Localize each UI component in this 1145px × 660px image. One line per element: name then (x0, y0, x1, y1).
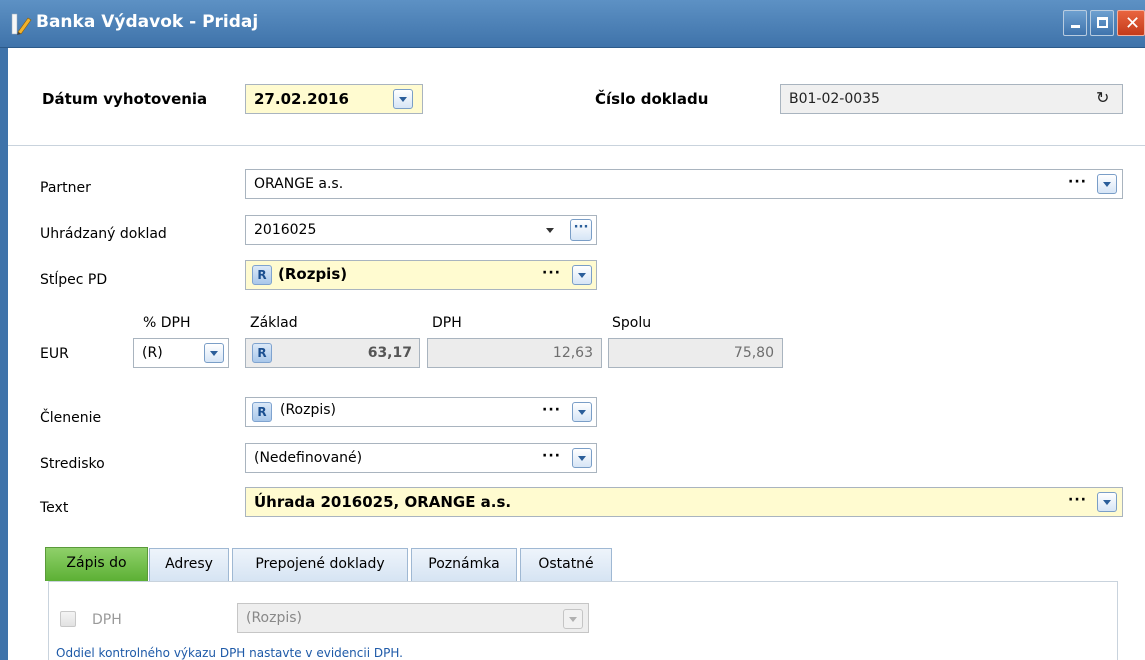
date-label: Dátum vyhotovenia (42, 90, 208, 108)
doc-number-field[interactable]: B01-02-0035 (780, 84, 1123, 114)
base-label: Základ (250, 315, 298, 331)
dph-select-dropdown-button[interactable] (563, 609, 583, 629)
vat-pct-label: % DPH (143, 315, 191, 331)
pencil-icon (10, 12, 32, 36)
column-label: Stĺpec PD (40, 272, 108, 288)
vat-label: DPH (432, 315, 462, 331)
tab-zapis-do[interactable]: Zápis do (45, 547, 148, 581)
partner-label: Partner (40, 180, 91, 196)
total-label: Spolu (612, 315, 652, 331)
column-more-button[interactable]: ··· (542, 265, 561, 281)
center-more-button[interactable]: ··· (542, 448, 561, 464)
text-dropdown-button[interactable] (1097, 492, 1117, 512)
vat-field[interactable]: 12,63 (427, 338, 602, 368)
total-value: 75,80 (733, 345, 774, 361)
dph-info-note: Oddiel kontrolného výkazu DPH nastavte v… (56, 646, 403, 660)
breakdown-more-button[interactable]: ··· (542, 402, 561, 418)
vat-value: 12,63 (552, 345, 593, 361)
dph-checkbox-label: DPH (92, 612, 122, 628)
dph-select-value: (Rozpis) (246, 610, 303, 626)
text-more-button[interactable]: ··· (1068, 492, 1087, 508)
center-label: Stredisko (40, 456, 105, 472)
currency-label: EUR (40, 346, 69, 362)
minimize-icon (1071, 25, 1080, 28)
text-label: Text (40, 500, 69, 516)
doc-number-label: Číslo dokladu (595, 90, 709, 108)
column-r-badge: R (252, 265, 272, 285)
tab-adresy[interactable]: Adresy (149, 548, 229, 581)
doc-number-value: B01-02-0035 (789, 91, 880, 107)
center-dropdown-button[interactable] (572, 448, 592, 468)
vat-pct-dropdown-button[interactable] (204, 343, 224, 363)
breakdown-r-badge: R (252, 402, 272, 422)
text-value: Úhrada 2016025, ORANGE a.s. (254, 493, 512, 511)
date-dropdown-button[interactable] (393, 89, 413, 109)
paid-doc-field[interactable]: 2016025 (245, 215, 597, 245)
base-r-badge: R (252, 343, 272, 363)
partner-more-button[interactable]: ··· (1068, 174, 1087, 190)
paid-doc-dropdown-arrow[interactable] (546, 228, 554, 233)
breakdown-value: (Rozpis) (280, 402, 337, 418)
paid-doc-label: Uhrádzaný doklad (40, 226, 167, 242)
breakdown-dropdown-button[interactable] (572, 402, 592, 422)
partner-field[interactable]: ORANGE a.s. (245, 169, 1123, 199)
base-value: 63,17 (367, 345, 412, 361)
dph-select[interactable]: (Rozpis) (237, 603, 589, 633)
total-field[interactable]: 75,80 (608, 338, 783, 368)
breakdown-label: Členenie (40, 410, 102, 426)
window-frame (0, 48, 8, 660)
partner-value: ORANGE a.s. (254, 176, 344, 192)
dph-checkbox[interactable] (60, 611, 76, 627)
paid-doc-browse-button[interactable]: ··· (570, 219, 592, 241)
close-button[interactable]: ✕ (1117, 10, 1145, 36)
tab-prepojene-doklady[interactable]: Prepojené doklady (232, 548, 408, 581)
maximize-icon (1097, 17, 1108, 28)
column-value: (Rozpis) (278, 265, 348, 283)
tab-ostatne[interactable]: Ostatné (520, 548, 612, 581)
partner-dropdown-button[interactable] (1097, 174, 1117, 194)
center-value: (Nedefinované) (254, 450, 363, 466)
vat-pct-value: (R) (142, 345, 163, 361)
paid-doc-value: 2016025 (254, 222, 317, 238)
maximize-button[interactable] (1090, 10, 1114, 36)
date-value: 27.02.2016 (254, 90, 349, 108)
minimize-button[interactable] (1063, 10, 1087, 36)
close-icon: ✕ (1125, 13, 1141, 34)
refresh-icon[interactable]: ↻ (1096, 88, 1109, 107)
tab-poznamka[interactable]: Poznámka (411, 548, 517, 581)
column-dropdown-button[interactable] (572, 265, 592, 285)
text-field[interactable]: Úhrada 2016025, ORANGE a.s. (245, 487, 1123, 517)
window-title: Banka Výdavok - Pridaj (36, 12, 259, 32)
